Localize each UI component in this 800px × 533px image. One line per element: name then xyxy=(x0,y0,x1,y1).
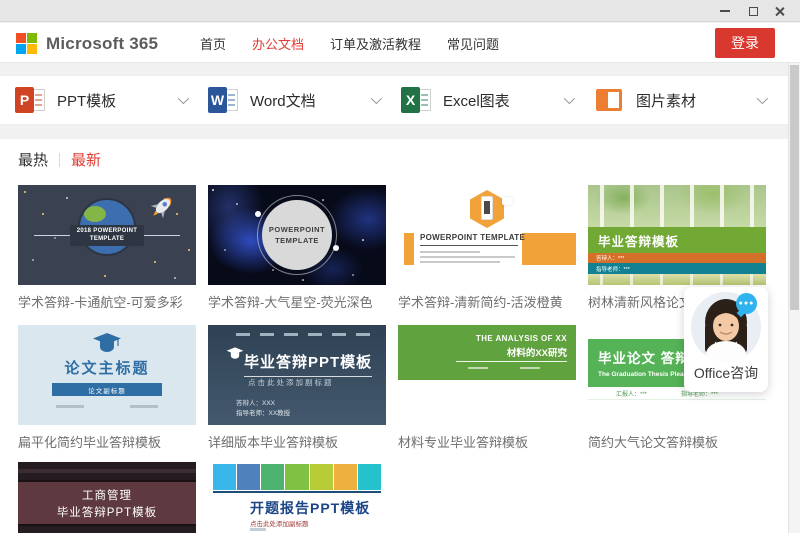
app-window: Microsoft 365 首页 办公文档 订单及激活教程 常见问题 登录 P … xyxy=(0,0,800,533)
chevron-down-icon[interactable] xyxy=(178,93,189,104)
template-caption: 扁平化简约毕业答辩模板 xyxy=(18,432,196,451)
template-thumb-forest: 毕业答辩模板 答辩人：*** 指导老师：*** xyxy=(588,185,766,285)
minimize-icon xyxy=(720,10,730,12)
chat-widget-label: Office咨询 xyxy=(684,363,768,383)
template-thumb-maroon: 工商管理毕业答辩PPT模板 xyxy=(18,462,196,533)
forest-photo xyxy=(588,185,766,227)
window-titlebar xyxy=(0,0,800,22)
template-caption: 详细版本毕业答辩模板 xyxy=(208,432,386,451)
title-band: 工商管理毕业答辩PPT模板 xyxy=(18,480,196,526)
chevron-down-icon[interactable] xyxy=(371,93,382,104)
header: Microsoft 365 首页 办公文档 订单及激活教程 常见问题 登录 xyxy=(0,23,800,63)
template-caption: 简约大气论文答辩模板 xyxy=(588,432,766,451)
category-image-materials[interactable]: 图片素材 xyxy=(594,76,787,124)
filter-bar: 最热 最新 xyxy=(18,149,101,170)
template-card[interactable]: POWERPOINT TEMPLATE 学术答辩-清新简约-活泼橙黄 xyxy=(398,185,576,311)
powerpoint-icon: P xyxy=(15,87,45,113)
rocket-icon xyxy=(148,191,178,221)
field-photo xyxy=(588,274,766,285)
template-card[interactable]: POWERPOINTTEMPLATE 学术答辩-大气星空-荧光深色 xyxy=(208,185,386,311)
microsoft-logo-icon xyxy=(16,33,37,54)
chevron-down-icon[interactable] xyxy=(757,93,768,104)
category-bar: P PPT模板 W Word文档 X Excel图表 图片素材 xyxy=(0,75,788,125)
color-squares-decoration xyxy=(213,464,381,490)
maximize-button[interactable] xyxy=(740,0,766,22)
template-card[interactable]: 毕业答辩PPT模板 点击此处添加副标题 答辩人：XXX 指导老师：XX教授 详细… xyxy=(208,325,386,451)
template-card[interactable]: 工商管理毕业答辩PPT模板 xyxy=(18,462,196,533)
close-button[interactable] xyxy=(766,0,792,22)
category-word-docs[interactable]: W Word文档 xyxy=(208,76,401,124)
filter-new[interactable]: 最新 xyxy=(71,149,101,170)
excel-icon: X xyxy=(401,87,431,113)
title-banner: 2018 POWERPOINTTEMPLATE xyxy=(34,225,180,246)
green-banner: THE ANALYSIS OF XX 材料的XX研究 xyxy=(398,325,576,380)
nav-item-faq[interactable]: 常见问题 xyxy=(447,34,499,53)
nav-item-office-docs[interactable]: 办公文档 xyxy=(252,34,304,53)
template-card[interactable]: 论文主标题 论文副标题 扁平化简约毕业答辩模板 xyxy=(18,325,196,451)
template-thumb-colorful: 开题报告PPT模板 点击此处添加副标题 xyxy=(208,462,386,533)
template-thumb-cartoon-space: 2018 POWERPOINTTEMPLATE xyxy=(18,185,196,285)
graduation-cap-icon xyxy=(226,347,244,361)
category-excel-charts[interactable]: X Excel图表 xyxy=(401,76,594,124)
chat-widget[interactable]: ●●● Office咨询 xyxy=(684,287,768,392)
filter-hot[interactable]: 最热 xyxy=(18,149,48,170)
scrollbar-thumb[interactable] xyxy=(790,65,799,310)
template-thumb-starry-space: POWERPOINTTEMPLATE xyxy=(208,185,386,285)
maximize-icon xyxy=(749,7,758,16)
minimize-button[interactable] xyxy=(712,0,738,22)
nav-item-orders[interactable]: 订单及激活教程 xyxy=(330,34,421,53)
template-thumb-orange-hex: POWERPOINT TEMPLATE xyxy=(398,185,576,285)
login-button[interactable]: 登录 xyxy=(715,28,775,58)
stars-decoration xyxy=(212,189,214,191)
template-caption: 材料专业毕业答辩模板 xyxy=(398,432,576,451)
template-thumb-flat-blue: 论文主标题 论文副标题 xyxy=(18,325,196,425)
title-disc: POWERPOINTTEMPLATE xyxy=(262,200,332,270)
graduation-cap-icon xyxy=(92,333,122,355)
filter-divider xyxy=(59,153,60,167)
nav-item-home[interactable]: 首页 xyxy=(200,34,226,53)
template-caption: 学术答辩-卡通航空-可爱多彩 xyxy=(18,292,196,311)
stars-decoration xyxy=(24,191,26,193)
category-ppt-templates[interactable]: P PPT模板 xyxy=(15,76,208,124)
template-card[interactable]: THE ANALYSIS OF XX 材料的XX研究 材料专业毕业答辩模板 xyxy=(398,325,576,451)
phone-illustration xyxy=(481,196,493,220)
template-thumb-material-green: THE ANALYSIS OF XX 材料的XX研究 xyxy=(398,325,576,425)
template-caption: 学术答辩-清新简约-活泼橙黄 xyxy=(398,292,576,311)
template-thumb-detailed-blue: 毕业答辩PPT模板 点击此处添加副标题 答辩人：XXX 指导老师：XX教授 xyxy=(208,325,386,425)
chat-bubble-icon: ●●● xyxy=(736,293,757,314)
word-icon: W xyxy=(208,87,238,113)
image-material-icon xyxy=(596,89,622,111)
close-icon xyxy=(774,6,785,17)
main-nav: 首页 办公文档 订单及激活教程 常见问题 xyxy=(200,23,499,63)
template-card[interactable]: 2018 POWERPOINTTEMPLATE 学术答辩-卡通航空-可爱多彩 xyxy=(18,185,196,311)
template-card[interactable]: 开题报告PPT模板 点击此处添加副标题 xyxy=(208,462,386,533)
speech-bubble-icon xyxy=(502,197,513,205)
chevron-down-icon[interactable] xyxy=(564,93,575,104)
microsoft-365-logo[interactable]: Microsoft 365 xyxy=(16,33,158,54)
template-caption: 学术答辩-大气星空-荧光深色 xyxy=(208,292,386,311)
logo-text: Microsoft 365 xyxy=(46,34,158,54)
